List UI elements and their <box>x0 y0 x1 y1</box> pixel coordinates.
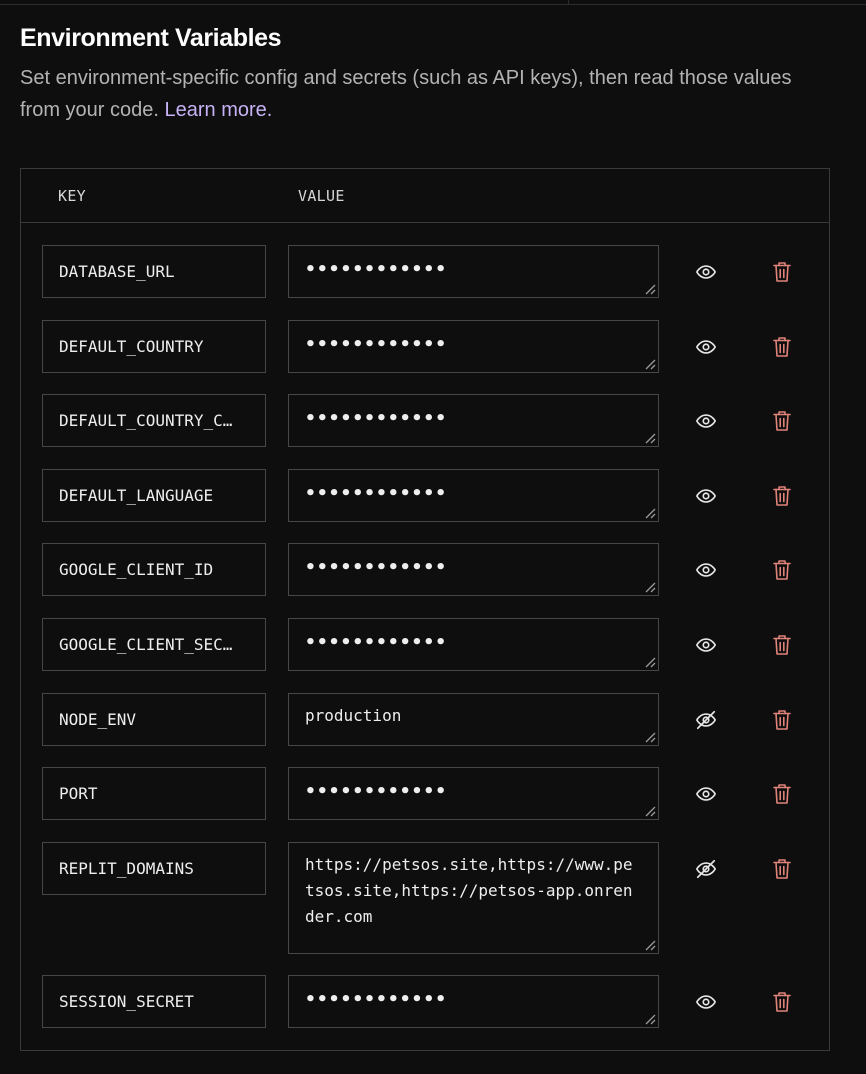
resize-handle-icon[interactable] <box>644 656 656 668</box>
value-input[interactable]: •••••••••••• <box>288 975 659 1028</box>
trash-icon <box>773 859 791 879</box>
key-input[interactable]: DATABASE_URL <box>42 245 266 298</box>
trash-icon <box>773 560 791 580</box>
value-input[interactable]: production <box>288 693 659 746</box>
key-input[interactable]: DEFAULT_COUNTRY_C… <box>42 394 266 447</box>
value-input[interactable]: •••••••••••• <box>288 394 659 447</box>
trash-icon <box>773 262 791 282</box>
value-text: •••••••••••• <box>305 632 448 653</box>
key-input[interactable]: NODE_ENV <box>42 693 266 746</box>
show-value-button[interactable] <box>693 408 719 434</box>
top-divider-tick <box>568 0 569 5</box>
delete-variable-button[interactable] <box>769 408 795 434</box>
trash-icon <box>773 635 791 655</box>
value-text: •••••••••••• <box>305 259 448 280</box>
trash-icon <box>773 992 791 1012</box>
top-divider <box>0 0 866 5</box>
value-input[interactable]: •••••••••••• <box>288 469 659 522</box>
value-input[interactable]: •••••••••••• <box>288 320 659 373</box>
value-text: •••••••••••• <box>305 334 448 355</box>
value-text: •••••••••••• <box>305 408 448 429</box>
learn-more-link[interactable]: Learn more. <box>165 99 273 121</box>
resize-handle-icon[interactable] <box>644 283 656 295</box>
resize-handle-icon[interactable] <box>644 507 656 519</box>
key-column-header: KEY <box>58 187 86 205</box>
show-value-button[interactable] <box>693 557 719 583</box>
table-header: KEY VALUE <box>21 169 829 223</box>
hide-value-button[interactable] <box>693 856 719 882</box>
eye-off-icon <box>696 710 716 730</box>
resize-handle-icon[interactable] <box>644 358 656 370</box>
eye-icon <box>696 638 716 652</box>
show-value-button[interactable] <box>693 483 719 509</box>
eye-off-icon <box>696 859 716 879</box>
delete-variable-button[interactable] <box>769 781 795 807</box>
resize-handle-icon[interactable] <box>644 939 656 951</box>
delete-variable-button[interactable] <box>769 632 795 658</box>
delete-variable-button[interactable] <box>769 856 795 882</box>
value-text: •••••••••••• <box>305 557 448 578</box>
resize-handle-icon[interactable] <box>644 1013 656 1025</box>
show-value-button[interactable] <box>693 989 719 1015</box>
value-input[interactable]: •••••••••••• <box>288 767 659 820</box>
page-title: Environment Variables <box>20 24 282 52</box>
delete-variable-button[interactable] <box>769 483 795 509</box>
eye-icon <box>696 563 716 577</box>
trash-icon <box>773 411 791 431</box>
show-value-button[interactable] <box>693 334 719 360</box>
delete-variable-button[interactable] <box>769 334 795 360</box>
key-input[interactable]: PORT <box>42 767 266 820</box>
key-input[interactable]: GOOGLE_CLIENT_ID <box>42 543 266 596</box>
trash-icon <box>773 784 791 804</box>
value-column-header: VALUE <box>298 187 345 205</box>
resize-handle-icon[interactable] <box>644 432 656 444</box>
value-text: •••••••••••• <box>305 989 448 1010</box>
description-text: Set environment-specific config and secr… <box>20 67 792 121</box>
eye-icon <box>696 489 716 503</box>
show-value-button[interactable] <box>693 259 719 285</box>
resize-handle-icon[interactable] <box>644 731 656 743</box>
value-input[interactable]: https://petsos.site,https://www.petsos.s… <box>288 842 659 954</box>
show-value-button[interactable] <box>693 632 719 658</box>
key-input[interactable]: SESSION_SECRET <box>42 975 266 1028</box>
delete-variable-button[interactable] <box>769 259 795 285</box>
hide-value-button[interactable] <box>693 707 719 733</box>
resize-handle-icon[interactable] <box>644 581 656 593</box>
value-text: https://petsos.site,https://www.petsos.s… <box>305 855 633 926</box>
env-variables-table: KEY VALUE DATABASE_URL •••••••••••• DEFA… <box>20 168 830 1051</box>
value-input[interactable]: •••••••••••• <box>288 543 659 596</box>
eye-icon <box>696 265 716 279</box>
value-input[interactable]: •••••••••••• <box>288 245 659 298</box>
key-input[interactable]: DEFAULT_COUNTRY <box>42 320 266 373</box>
trash-icon <box>773 486 791 506</box>
eye-icon <box>696 787 716 801</box>
value-text: •••••••••••• <box>305 483 448 504</box>
key-input[interactable]: REPLIT_DOMAINS <box>42 842 266 895</box>
value-text: production <box>305 706 402 725</box>
eye-icon <box>696 414 716 428</box>
key-input[interactable]: DEFAULT_LANGUAGE <box>42 469 266 522</box>
delete-variable-button[interactable] <box>769 707 795 733</box>
resize-handle-icon[interactable] <box>644 805 656 817</box>
delete-variable-button[interactable] <box>769 557 795 583</box>
value-text: •••••••••••• <box>305 781 448 802</box>
trash-icon <box>773 337 791 357</box>
trash-icon <box>773 710 791 730</box>
eye-icon <box>696 340 716 354</box>
value-input[interactable]: •••••••••••• <box>288 618 659 671</box>
show-value-button[interactable] <box>693 781 719 807</box>
key-input[interactable]: GOOGLE_CLIENT_SEC… <box>42 618 266 671</box>
delete-variable-button[interactable] <box>769 989 795 1015</box>
section-description: Set environment-specific config and secr… <box>20 62 800 126</box>
eye-icon <box>696 995 716 1009</box>
